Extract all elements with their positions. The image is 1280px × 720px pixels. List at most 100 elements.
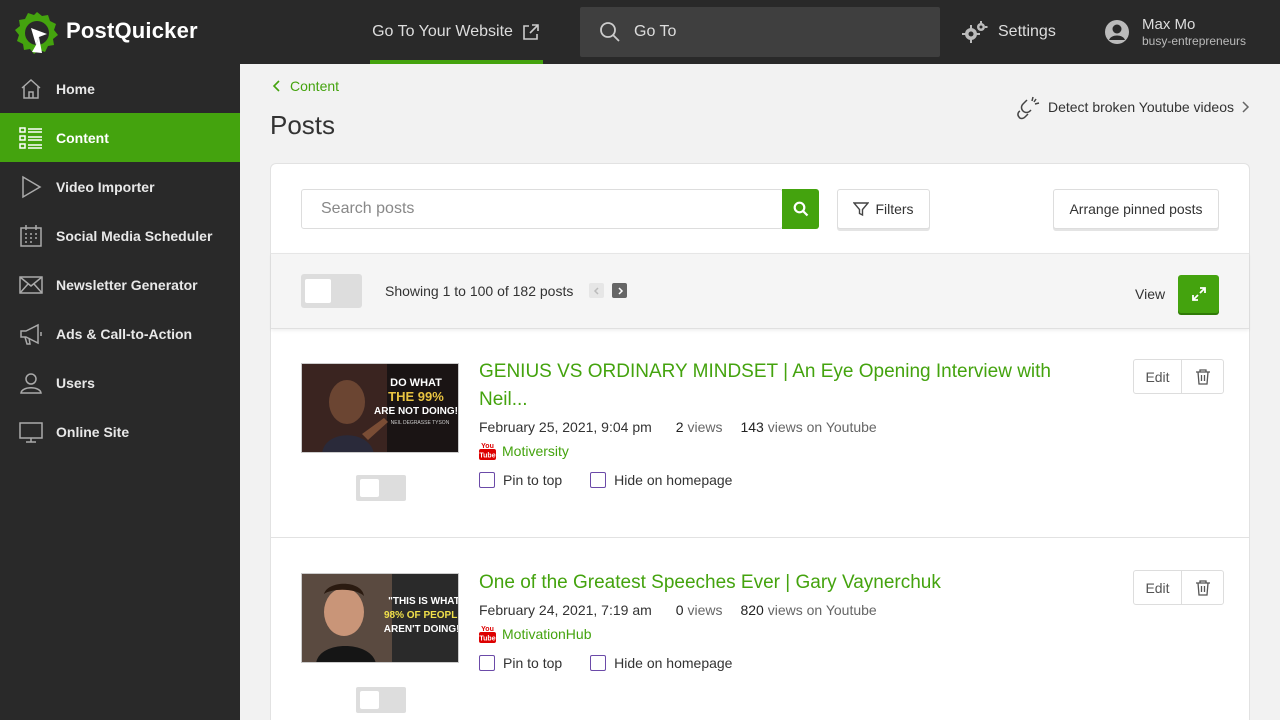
post-views-count: 0 <box>675 602 684 618</box>
view-label: View <box>1135 286 1166 302</box>
post-publish-toggle[interactable] <box>356 475 406 501</box>
calendar-icon <box>20 224 42 247</box>
previous-page-button[interactable] <box>589 283 604 298</box>
post-views: 2 views <box>676 419 723 435</box>
youtube-icon: You Tube <box>479 626 496 643</box>
hide-on-homepage-checkbox[interactable]: Hide on homepage <box>590 655 732 671</box>
thumbnail-text-line: 98% OF PEOPLE <box>384 610 459 621</box>
post-thumbnail[interactable]: DO WHAT THE 99% ARE NOT DOING! NEIL DEGR… <box>301 363 459 453</box>
post-channel[interactable]: You Tube Motiversity <box>479 441 569 461</box>
main-content: Content Posts Detect broken Youtube vide… <box>240 64 1280 720</box>
post-date: February 25, 2021, 9:04 pm <box>479 419 652 435</box>
svg-text:You: You <box>481 626 494 633</box>
user-name: Max Mo <box>1142 16 1196 33</box>
sidebar-item-label: Online Site <box>56 423 130 440</box>
post-views-label: views <box>687 602 723 618</box>
pin-to-top-label: Pin to top <box>503 655 563 671</box>
sidebar-item-label: Social Media Scheduler <box>56 227 213 244</box>
breadcrumb[interactable]: Content <box>272 78 339 94</box>
post-youtube-views-label: views on Youtube <box>767 419 877 435</box>
sidebar: Home Content Video Importer Social Media… <box>0 64 240 720</box>
delete-post-button[interactable] <box>1182 571 1223 604</box>
sidebar-item-social-media-scheduler[interactable]: Social Media Scheduler <box>0 211 240 260</box>
pin-to-top-checkbox[interactable]: Pin to top <box>479 472 562 488</box>
expand-view-button[interactable] <box>1178 275 1219 313</box>
play-icon <box>22 175 42 198</box>
sidebar-item-content[interactable]: Content <box>0 113 240 162</box>
chevron-left-icon <box>593 286 599 295</box>
search-box <box>301 189 783 229</box>
detect-broken-videos-link[interactable]: Detect broken Youtube videos <box>1016 94 1250 120</box>
search-button[interactable] <box>782 189 819 229</box>
post-publish-toggle[interactable] <box>356 687 406 713</box>
postquicker-logo-icon[interactable] <box>14 10 60 56</box>
monitor-icon <box>19 421 43 443</box>
edit-post-button[interactable]: Edit <box>1134 360 1182 393</box>
brand-name[interactable]: PostQuicker <box>66 18 198 44</box>
post-youtube-views-count: 143 <box>740 419 764 435</box>
toggle-knob <box>360 691 379 709</box>
user-menu[interactable]: Max Mo busy-entrepreneurs <box>1104 0 1246 64</box>
megaphone-icon <box>20 323 42 345</box>
external-link-icon <box>523 24 539 40</box>
post-views: 0 views <box>676 602 723 618</box>
search-icon <box>600 22 620 42</box>
user-avatar-icon <box>1105 20 1129 44</box>
thumbnail-image: DO WHAT THE 99% ARE NOT DOING! NEIL DEGR… <box>302 364 458 452</box>
sidebar-item-users[interactable]: Users <box>0 358 240 407</box>
post-title-link[interactable]: One of the Greatest Speeches Ever | Gary… <box>479 569 1099 597</box>
sidebar-item-label: Users <box>56 374 95 391</box>
post-meta: February 25, 2021, 9:04 pm 2 views 143 v… <box>479 419 877 435</box>
post-actions: Edit <box>1133 359 1224 394</box>
sidebar-item-online-site[interactable]: Online Site <box>0 407 240 456</box>
list-toolbar: Showing 1 to 100 of 182 posts View <box>271 253 1249 329</box>
thumbnail-text-line: DO WHAT <box>390 377 442 389</box>
svg-text:Tube: Tube <box>479 636 495 643</box>
checkbox-box[interactable] <box>479 472 495 488</box>
hide-on-homepage-checkbox[interactable]: Hide on homepage <box>590 472 732 488</box>
checkbox-box[interactable] <box>479 655 495 671</box>
checkbox-box[interactable] <box>590 655 607 671</box>
go-to-search[interactable]: Go To <box>580 7 940 57</box>
select-all-toggle[interactable] <box>301 274 362 308</box>
sidebar-item-video-importer[interactable]: Video Importer <box>0 162 240 211</box>
checkbox-box[interactable] <box>590 472 607 488</box>
pin-to-top-label: Pin to top <box>503 472 563 488</box>
sidebar-item-home[interactable]: Home <box>0 64 240 113</box>
arrange-pinned-posts-button[interactable]: Arrange pinned posts <box>1053 189 1219 229</box>
gears-icon <box>962 21 988 43</box>
search-icon <box>793 201 808 217</box>
post-meta: February 24, 2021, 7:19 am 0 views 820 v… <box>479 602 877 618</box>
delete-post-button[interactable] <box>1182 360 1223 393</box>
user-info: Max Mo busy-entrepreneurs <box>1142 16 1246 48</box>
post-options: Pin to top Hide on homepage <box>479 472 732 488</box>
sidebar-item-label: Home <box>56 80 95 97</box>
post-channel[interactable]: You Tube MotivationHub <box>479 624 592 644</box>
pagination-summary: Showing 1 to 100 of 182 posts <box>385 283 574 299</box>
sidebar-item-newsletter-generator[interactable]: Newsletter Generator <box>0 260 240 309</box>
settings-link[interactable]: Settings <box>962 0 1056 64</box>
post-channel-name: MotivationHub <box>502 626 592 642</box>
funnel-icon <box>853 202 870 217</box>
post-thumbnail[interactable]: "THIS IS WHAT 98% OF PEOPLE AREN'T DOING… <box>301 573 459 663</box>
post-youtube-views: 820 views on Youtube <box>740 602 876 618</box>
sidebar-item-label: Content <box>56 129 109 146</box>
envelope-icon <box>19 275 43 294</box>
posts-card: Filters Arrange pinned posts Showing 1 t… <box>270 163 1250 720</box>
search-input[interactable] <box>302 190 782 228</box>
breadcrumb-content-link[interactable]: Content <box>290 78 339 94</box>
chevron-right-icon <box>1242 101 1250 113</box>
go-to-website-link[interactable]: Go To Your Website <box>370 0 543 64</box>
sidebar-item-ads-call-to-action[interactable]: Ads & Call-to-Action <box>0 309 240 358</box>
post-views-count: 2 <box>675 419 684 435</box>
filters-button[interactable]: Filters <box>837 189 930 229</box>
page-title: Posts <box>270 110 336 140</box>
post-divider <box>271 537 1249 538</box>
post-options: Pin to top Hide on homepage <box>479 655 732 671</box>
edit-post-button[interactable]: Edit <box>1134 571 1182 604</box>
go-to-website-label: Go To Your Website <box>372 23 513 40</box>
post-title-link[interactable]: GENIUS VS ORDINARY MINDSET | An Eye Open… <box>479 358 1079 414</box>
pin-to-top-checkbox[interactable]: Pin to top <box>479 655 562 671</box>
svg-text:Tube: Tube <box>479 453 495 460</box>
next-page-button[interactable] <box>612 283 627 298</box>
